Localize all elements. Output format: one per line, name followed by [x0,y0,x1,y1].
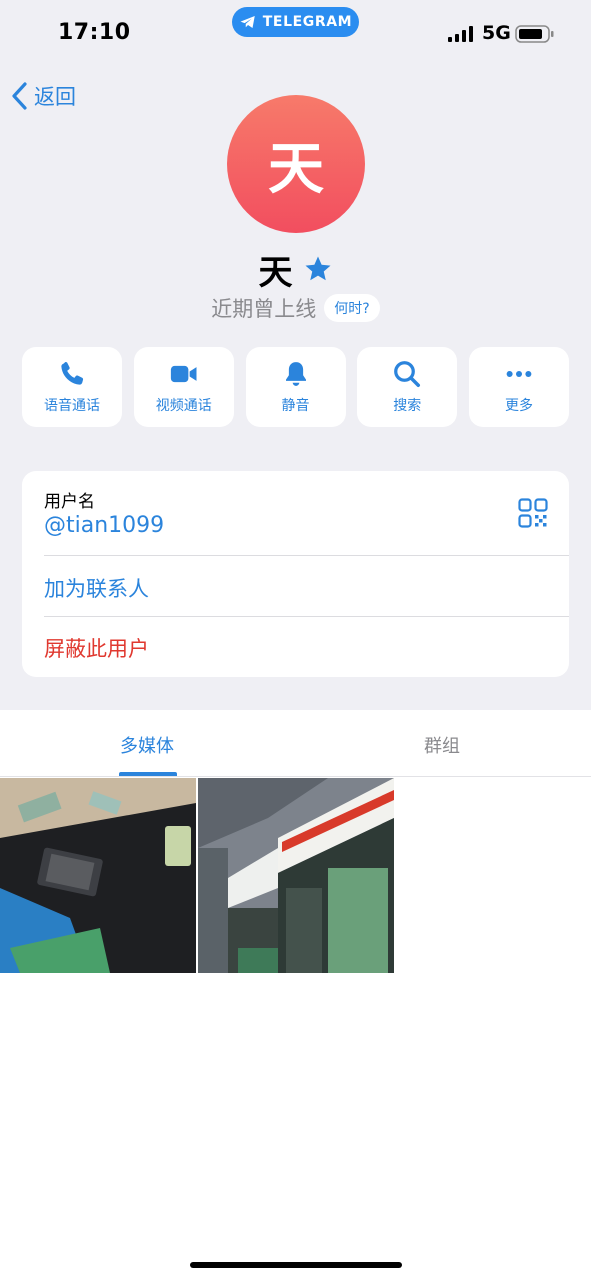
action-label: 视频通话 [155,398,212,414]
voice-call-button[interactable]: 语音通话 [22,347,122,427]
username-label: 用户名 [44,492,95,512]
tab-active-indicator [119,772,177,776]
tab-media[interactable]: 多媒体 [120,732,174,758]
more-button[interactable]: 更多 [469,347,569,427]
divider [44,555,569,556]
last-seen-row: 近期曾上线 何时? [0,293,591,323]
action-label: 语音通话 [44,398,100,414]
signal-icon [448,26,473,42]
avatar[interactable]: 天 [227,95,365,233]
photo-thumbnail-image [198,778,394,973]
action-label: 搜索 [393,398,422,414]
telegram-icon [240,16,255,28]
info-card: 用户名 @tian1099 加为联系人 屏蔽此用户 [22,471,569,677]
media-tabs: 多媒体 群组 [0,710,591,777]
premium-star-icon[interactable] [303,254,333,284]
chevron-left-icon [12,82,27,110]
block-user-button[interactable]: 屏蔽此用户 [44,633,149,663]
phone-icon [61,362,84,385]
search-button[interactable]: 搜索 [357,347,458,427]
action-buttons: 语音通话 视频通话 静音 搜索 更多 [22,347,569,427]
tab-groups[interactable]: 群组 [424,732,460,758]
profile-name: 天 [258,252,293,293]
when-button[interactable]: 何时? [324,294,380,322]
username-value[interactable]: @tian1099 [44,513,164,538]
divider [44,616,569,617]
back-button[interactable]: 返回 [10,80,76,112]
telegram-pill[interactable]: TELEGRAM [232,7,359,37]
action-label: 更多 [505,398,533,414]
video-icon [170,365,197,383]
more-icon [506,371,532,377]
add-contact-button[interactable]: 加为联系人 [44,573,149,603]
battery-icon [515,25,554,43]
qr-code-icon[interactable] [518,498,548,528]
media-thumbnail[interactable] [198,778,394,973]
profile-name-row: 天 [0,248,591,293]
telegram-pill-label: TELEGRAM [262,14,353,30]
video-call-button[interactable]: 视频通话 [133,347,234,427]
action-label: 静音 [281,398,310,414]
photo-thumbnail-image [0,778,196,973]
username-row[interactable]: 用户名 @tian1099 [22,471,569,555]
home-indicator[interactable] [190,1262,402,1268]
mute-button[interactable]: 静音 [245,347,346,427]
bell-icon [285,362,306,386]
media-thumbnail[interactable] [0,778,196,973]
back-label: 返回 [34,85,76,109]
last-seen-text: 近期曾上线 [211,297,317,321]
status-time: 17:10 [58,20,131,45]
network-type: 5G [482,22,511,44]
search-icon [394,361,421,387]
